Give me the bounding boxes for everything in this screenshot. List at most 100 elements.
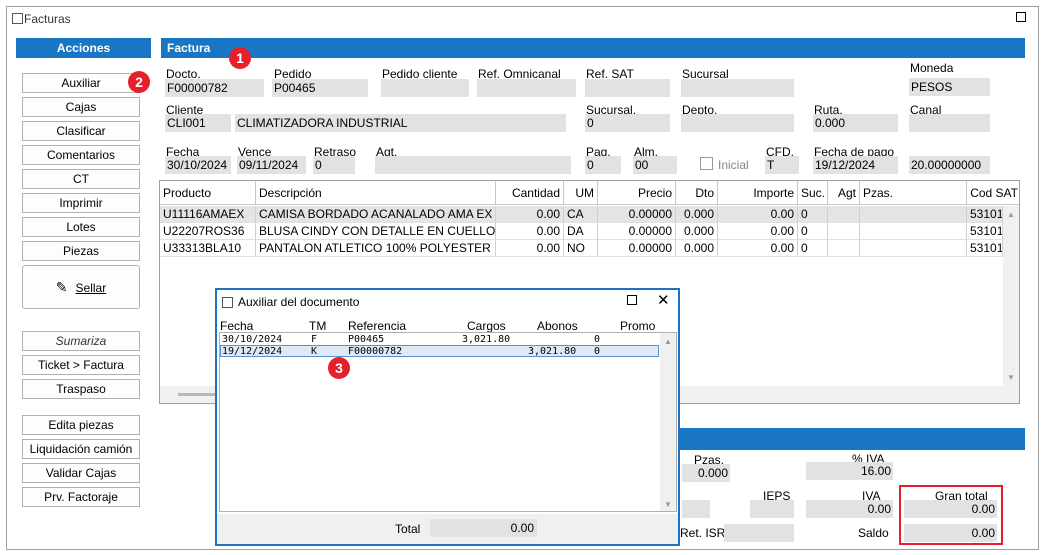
- agt-field[interactable]: [375, 156, 571, 174]
- tipo-cambio-field[interactable]: 20.00000000: [909, 156, 990, 174]
- cliente-id-field[interactable]: CLI001: [165, 114, 231, 132]
- maximize-icon[interactable]: [1016, 12, 1026, 22]
- inicial-checkbox[interactable]: [700, 157, 713, 170]
- table-cell[interactable]: 531016: [967, 223, 1003, 240]
- sellar-button[interactable]: ✎ Sellar: [22, 265, 140, 309]
- dialog-maximize-icon[interactable]: [627, 295, 637, 305]
- edita-piezas-button[interactable]: Edita piezas: [22, 415, 140, 435]
- depto-field[interactable]: [681, 114, 794, 132]
- dialog-vscrollbar[interactable]: [660, 333, 676, 511]
- list-item[interactable]: 3,021.80: [528, 346, 576, 357]
- cfd-field[interactable]: T: [765, 156, 799, 174]
- col-cod-sat[interactable]: Cod SAT: [967, 181, 1019, 205]
- liquidacion-camion-button[interactable]: Liquidación camión: [22, 439, 140, 459]
- moneda-field[interactable]: PESOS: [909, 78, 990, 96]
- scroll-down-icon[interactable]: ▼: [1007, 373, 1015, 382]
- ieps-field[interactable]: [750, 500, 794, 518]
- grid-vscrollbar[interactable]: [1003, 206, 1019, 386]
- table-cell[interactable]: NO: [564, 240, 598, 257]
- table-cell[interactable]: CAMISA BORDADO ACANALADO AMA EX: [256, 206, 496, 223]
- docto-field[interactable]: F00000782: [165, 79, 264, 97]
- table-cell[interactable]: 0.00000: [598, 240, 676, 257]
- canal-field[interactable]: [909, 114, 990, 132]
- ticket-factura-button[interactable]: Ticket > Factura: [22, 355, 140, 375]
- table-cell[interactable]: PANTALON ATLETICO 100% POLYESTER BLA: [256, 240, 496, 257]
- table-cell[interactable]: 0: [798, 206, 828, 223]
- list-item[interactable]: 3,021.80: [462, 334, 510, 345]
- col-producto[interactable]: Producto: [160, 181, 256, 205]
- list-item[interactable]: F: [311, 334, 317, 345]
- table-cell[interactable]: 0.00: [718, 206, 798, 223]
- col-suc[interactable]: Suc.: [798, 181, 828, 205]
- list-item[interactable]: 0: [594, 346, 600, 357]
- vence-field[interactable]: 09/11/2024: [237, 156, 306, 174]
- table-cell[interactable]: [828, 206, 860, 223]
- table-cell[interactable]: 531016: [967, 206, 1003, 223]
- cliente-nombre-field[interactable]: CLIMATIZADORA INDUSTRIAL: [235, 114, 566, 132]
- fecha-pago-field[interactable]: 19/12/2024: [813, 156, 898, 174]
- alm-field[interactable]: 00: [633, 156, 677, 174]
- table-cell[interactable]: 0.000: [676, 240, 718, 257]
- table-cell[interactable]: BLUSA CINDY CON DETALLE EN CUELLO RO: [256, 223, 496, 240]
- ret-isr-field[interactable]: [724, 524, 794, 542]
- pedido-field[interactable]: P00465: [272, 79, 368, 97]
- col-importe[interactable]: Importe: [718, 181, 798, 205]
- ieps-left-field[interactable]: [682, 500, 710, 518]
- table-cell[interactable]: [860, 223, 967, 240]
- sucursal2-field[interactable]: 0: [585, 114, 670, 132]
- sucursal-field[interactable]: [681, 79, 794, 97]
- table-cell[interactable]: [860, 240, 967, 257]
- list-item[interactable]: 19/12/2024: [222, 346, 282, 357]
- cajas-button[interactable]: Cajas: [22, 97, 140, 117]
- comentarios-button[interactable]: Comentarios: [22, 145, 140, 165]
- list-item[interactable]: F00000782: [348, 346, 402, 357]
- pedido-cliente-field[interactable]: [381, 79, 469, 97]
- imprimir-button[interactable]: Imprimir: [22, 193, 140, 213]
- table-cell[interactable]: 531015: [967, 240, 1003, 257]
- col-um[interactable]: UM: [564, 181, 598, 205]
- scroll-up-icon[interactable]: ▲: [1007, 210, 1015, 219]
- traspaso-button[interactable]: Traspaso: [22, 379, 140, 399]
- table-cell[interactable]: 0: [798, 240, 828, 257]
- pag-field[interactable]: 0: [585, 156, 621, 174]
- ct-button[interactable]: CT: [22, 169, 140, 189]
- ruta-field[interactable]: 0.000: [813, 114, 898, 132]
- lotes-button[interactable]: Lotes: [22, 217, 140, 237]
- prv-factoraje-button[interactable]: Prv. Factoraje: [22, 487, 140, 507]
- dlg-col-cargos[interactable]: Cargos: [467, 319, 506, 333]
- table-cell[interactable]: U22207ROS36: [160, 223, 256, 240]
- total-field[interactable]: 0.00: [430, 519, 537, 537]
- table-cell[interactable]: U33313BLA10: [160, 240, 256, 257]
- iva-field[interactable]: 0.00: [806, 500, 893, 518]
- ref-sat-field[interactable]: [585, 79, 670, 97]
- table-cell[interactable]: 0.00: [718, 240, 798, 257]
- col-agt[interactable]: Agt: [828, 181, 860, 205]
- table-cell[interactable]: 0.00: [718, 223, 798, 240]
- col-dto[interactable]: Dto: [676, 181, 718, 205]
- table-cell[interactable]: [828, 240, 860, 257]
- list-item[interactable]: 0: [594, 334, 600, 345]
- table-cell[interactable]: 0.000: [676, 206, 718, 223]
- table-cell[interactable]: [860, 206, 967, 223]
- table-cell[interactable]: U11116AMAEX: [160, 206, 256, 223]
- table-cell[interactable]: 0.000: [676, 223, 718, 240]
- col-cantidad[interactable]: Cantidad: [496, 181, 564, 205]
- dlg-col-fecha[interactable]: Fecha: [220, 319, 253, 333]
- table-cell[interactable]: DA: [564, 223, 598, 240]
- iva-pct-field[interactable]: 16.00: [806, 462, 893, 480]
- col-descripcion[interactable]: Descripción: [256, 181, 496, 205]
- pzas-field[interactable]: 0.000: [682, 464, 730, 482]
- table-cell[interactable]: 0.00: [496, 240, 564, 257]
- clasificar-button[interactable]: Clasificar: [22, 121, 140, 141]
- table-cell[interactable]: 0.00: [496, 223, 564, 240]
- validar-cajas-button[interactable]: Validar Cajas: [22, 463, 140, 483]
- list-item[interactable]: K: [311, 346, 317, 357]
- table-cell[interactable]: 0.00000: [598, 206, 676, 223]
- col-precio[interactable]: Precio: [598, 181, 676, 205]
- dialog-scroll-down-icon[interactable]: ▼: [664, 500, 672, 509]
- piezas-button[interactable]: Piezas: [22, 241, 140, 261]
- saldo-field[interactable]: 0.00: [904, 524, 997, 542]
- dlg-col-abonos[interactable]: Abonos: [537, 319, 578, 333]
- dlg-col-referencia[interactable]: Referencia: [348, 319, 406, 333]
- table-cell[interactable]: 0.00: [496, 206, 564, 223]
